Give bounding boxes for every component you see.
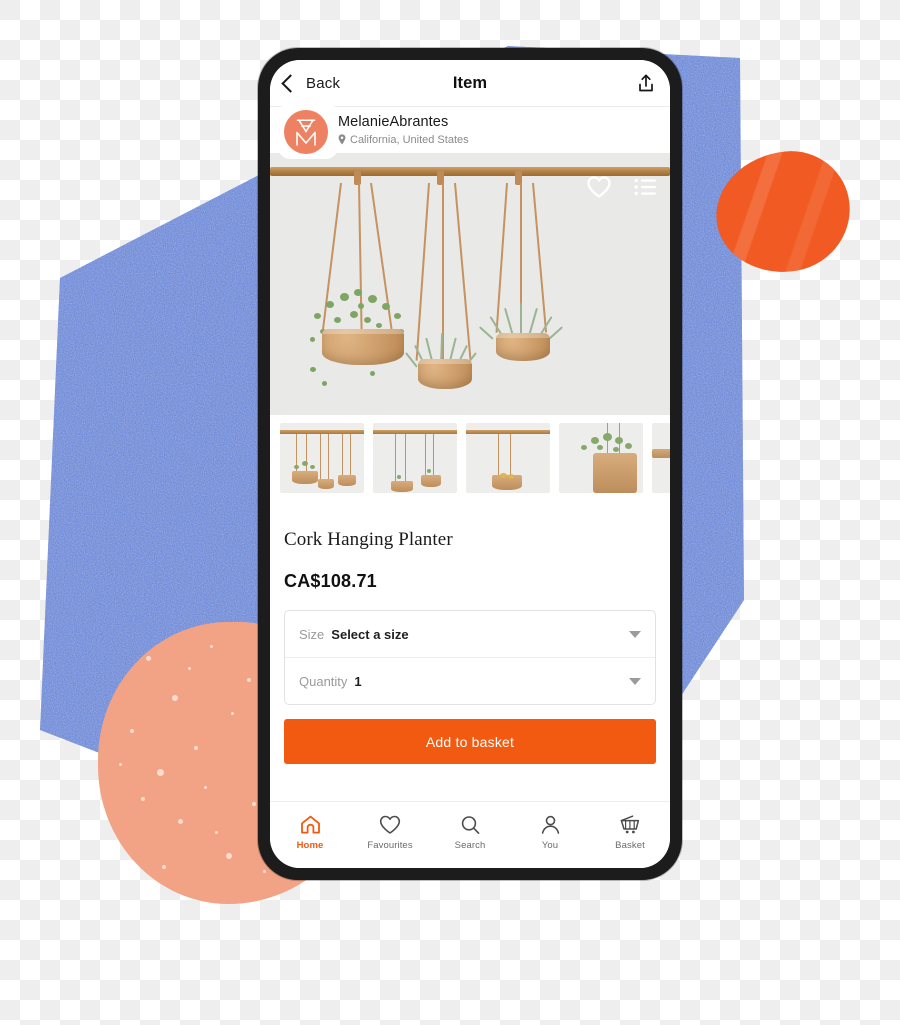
hero-actions — [586, 175, 656, 199]
product-info: Cork Hanging Planter CA$108.71 Size Sele… — [270, 517, 670, 705]
back-button[interactable]: Back — [281, 73, 341, 93]
share-icon — [639, 74, 653, 91]
caret-down-icon — [629, 630, 641, 638]
list-icon[interactable] — [634, 178, 656, 196]
thumbnail-item[interactable] — [652, 423, 670, 493]
thumbnail-item[interactable] — [373, 423, 457, 493]
seller-name: MelanieAbrantes — [338, 113, 449, 130]
seller-location: California, United States — [338, 134, 469, 147]
monogram-icon — [296, 119, 316, 146]
avatar[interactable] — [284, 110, 328, 154]
nav-label-search: Search — [454, 840, 486, 851]
home-icon — [300, 815, 320, 834]
share-button[interactable] — [636, 73, 656, 94]
thumbnail-strip[interactable] — [270, 415, 670, 517]
seller-row[interactable]: MelanieAbrantes California, United State… — [270, 103, 670, 159]
person-icon — [541, 815, 559, 834]
quantity-value: 1 — [354, 673, 362, 689]
phone-screen: Back Item MelanieAbrantes California, Un… — [270, 60, 670, 868]
heart-icon — [379, 815, 401, 834]
bottom-navigation: Home Favourites Search You Basket — [270, 801, 670, 868]
size-label: Size — [299, 626, 325, 642]
product-price: CA$108.71 — [284, 571, 377, 591]
search-icon — [461, 816, 479, 834]
seller-meta: MelanieAbrantes California, United State… — [338, 114, 469, 146]
phone-mockup: Back Item MelanieAbrantes California, Un… — [258, 48, 682, 880]
nav-label-you: You — [541, 840, 559, 851]
basket-icon — [620, 815, 640, 834]
size-selector[interactable]: Size Select a size — [285, 611, 655, 657]
heart-outline-icon[interactable] — [586, 175, 612, 199]
nav-label-favourites: Favourites — [367, 840, 413, 851]
option-selectors: Size Select a size Quantity 1 — [284, 610, 656, 705]
caret-down-icon — [629, 677, 641, 685]
chevron-left-icon — [281, 73, 300, 93]
thumbnail-item[interactable] — [559, 423, 643, 493]
quantity-selector[interactable]: Quantity 1 — [285, 657, 655, 704]
nav-item-home[interactable]: Home — [270, 815, 350, 851]
add-to-basket-label: Add to basket — [425, 733, 515, 750]
back-button-label: Back — [306, 74, 341, 92]
nav-label-home: Home — [296, 840, 324, 851]
thumbnail-item[interactable] — [280, 423, 364, 493]
app-header: Back Item — [270, 60, 670, 107]
thumbnail-item[interactable] — [466, 423, 550, 493]
size-value: Select a size — [331, 626, 409, 642]
seller-location-label: California, United States — [350, 133, 469, 146]
hero-image[interactable] — [270, 153, 670, 415]
add-to-basket-button[interactable]: Add to basket — [284, 719, 656, 764]
nav-item-search[interactable]: Search — [430, 815, 510, 851]
nav-item-basket[interactable]: Basket — [590, 815, 670, 851]
nav-item-favourites[interactable]: Favourites — [350, 815, 430, 851]
product-title: Cork Hanging Planter — [284, 529, 453, 550]
nav-item-you[interactable]: You — [510, 815, 590, 851]
nav-label-basket: Basket — [615, 840, 645, 851]
quantity-label: Quantity — [299, 673, 348, 689]
map-pin-icon — [338, 134, 346, 145]
